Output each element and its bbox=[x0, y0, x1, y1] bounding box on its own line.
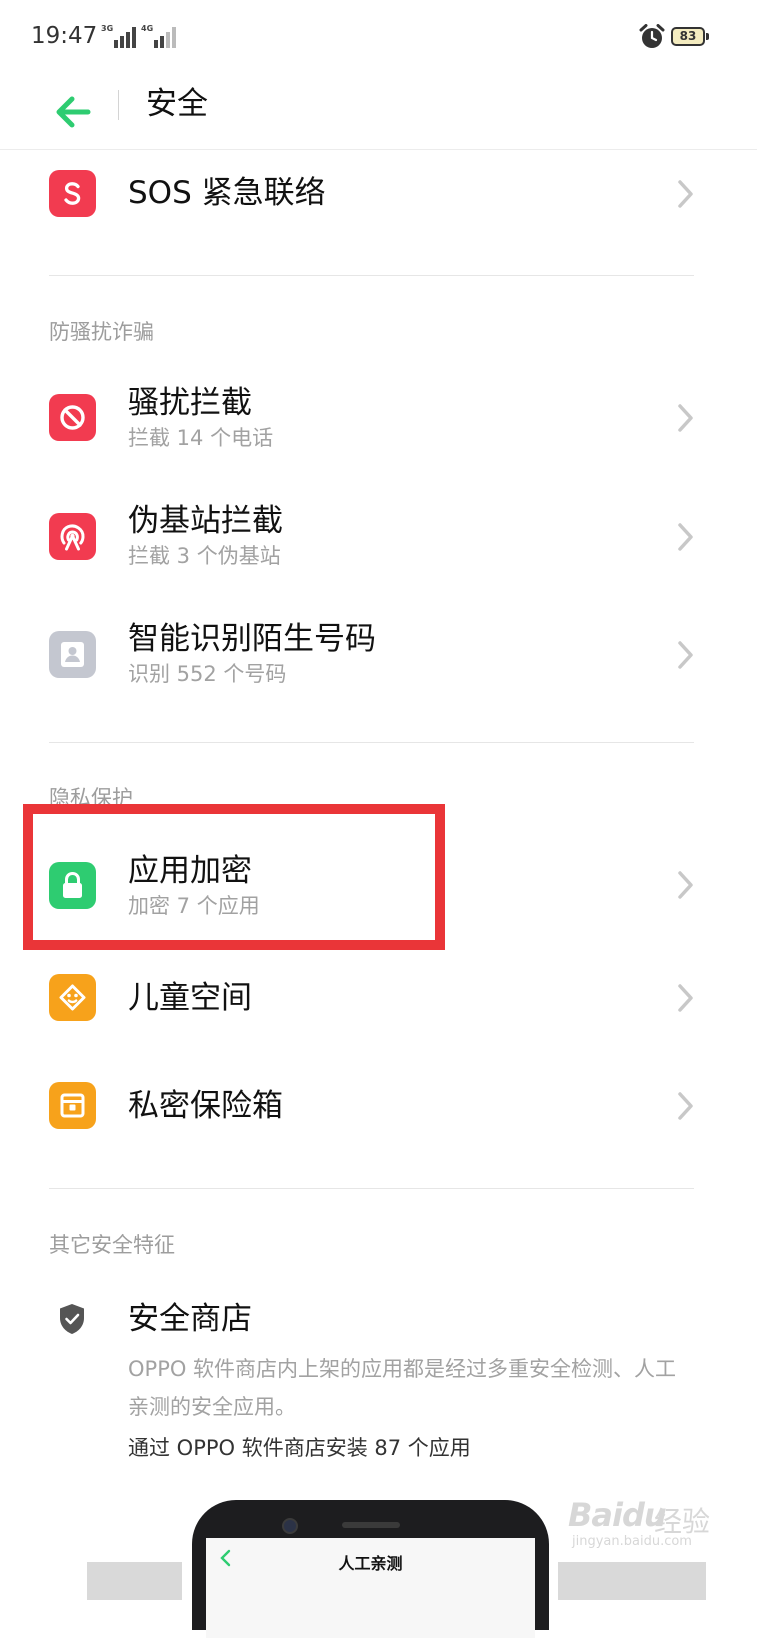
row-subtitle: 加密 7 个应用 bbox=[128, 894, 260, 918]
row-title: 伪基站拦截 bbox=[128, 503, 283, 539]
child-face-icon bbox=[49, 974, 96, 1021]
row-title: 私密保险箱 bbox=[128, 1088, 283, 1124]
row-subtitle: 拦截 3 个伪基站 bbox=[128, 544, 281, 568]
store-title: 安全商店 bbox=[128, 1301, 252, 1337]
battery-level: 83 bbox=[679, 29, 697, 43]
chevron-right-icon bbox=[678, 641, 693, 669]
kids-space-row[interactable]: 儿童空间 bbox=[0, 944, 757, 1056]
section-title-other: 其它安全特征 bbox=[49, 1233, 175, 1257]
chevron-right-icon bbox=[678, 871, 693, 899]
speaker-slot bbox=[342, 1522, 400, 1528]
arrow-left-icon bbox=[56, 96, 91, 128]
section-divider bbox=[49, 275, 694, 276]
private-safe-row[interactable]: 私密保险箱 bbox=[0, 1052, 757, 1164]
battery-icon: 83 bbox=[671, 27, 709, 46]
network-type-label: 3G bbox=[101, 24, 114, 33]
chevron-right-icon bbox=[678, 404, 693, 432]
sos-emergency-row[interactable]: SOS 紧急联络 bbox=[0, 138, 757, 250]
section-divider bbox=[49, 1188, 694, 1189]
contact-card-icon bbox=[49, 631, 96, 678]
header-divider bbox=[118, 90, 119, 120]
back-button[interactable] bbox=[48, 86, 96, 134]
row-title: 骚扰拦截 bbox=[128, 385, 252, 421]
watermark-brand: Baidu bbox=[568, 1496, 667, 1534]
phone-screen-title: 人工亲测 bbox=[338, 1554, 403, 1573]
signal-tower-icon bbox=[49, 513, 96, 560]
app-lock-row[interactable]: 应用加密 加密 7 个应用 bbox=[0, 830, 757, 942]
shield-check-icon bbox=[60, 1304, 84, 1334]
phone-screen: 人工亲测 bbox=[206, 1538, 535, 1638]
row-subtitle: 识别 552 个号码 bbox=[128, 662, 287, 686]
chevron-right-icon bbox=[678, 180, 693, 208]
preview-tab-right bbox=[558, 1562, 706, 1600]
row-title: 儿童空间 bbox=[128, 980, 252, 1016]
signal-4g-icon: 4G bbox=[141, 24, 177, 50]
baidu-watermark: Baidu 经验 jingyan.baidu.com bbox=[568, 1492, 718, 1552]
safe-box-icon bbox=[49, 1082, 96, 1129]
section-title-privacy: 隐私保护 bbox=[49, 786, 133, 810]
preview-tab-left bbox=[87, 1562, 182, 1600]
store-install-count: 通过 OPPO 软件商店安装 87 个应用 bbox=[128, 1436, 471, 1460]
fake-base-station-row[interactable]: 伪基站拦截 拦截 3 个伪基站 bbox=[0, 480, 757, 592]
store-description: OPPO 软件商店内上架的应用都是经过多重安全检测、人工亲测的安全应用。 bbox=[128, 1357, 677, 1419]
status-time: 19:47 bbox=[31, 23, 98, 49]
row-title: 智能识别陌生号码 bbox=[128, 621, 376, 657]
status-bar: 19:47 3G 4G 83 bbox=[0, 0, 757, 76]
row-title: SOS 紧急联络 bbox=[128, 175, 326, 211]
block-icon bbox=[49, 394, 96, 441]
row-subtitle: 拦截 14 个电话 bbox=[128, 426, 274, 450]
row-title: 应用加密 bbox=[128, 853, 252, 889]
page-title: 安全 bbox=[146, 86, 208, 122]
alarm-clock-icon bbox=[639, 24, 665, 50]
camera-dot bbox=[282, 1518, 298, 1534]
chevron-right-icon bbox=[678, 984, 693, 1012]
section-divider bbox=[49, 742, 694, 743]
section-title-anti-fraud: 防骚扰诈骗 bbox=[49, 320, 154, 344]
sos-icon bbox=[49, 170, 96, 217]
harassment-block-row[interactable]: 骚扰拦截 拦截 14 个电话 bbox=[0, 362, 757, 474]
signal-3g-icon: 3G bbox=[101, 24, 137, 50]
chevron-right-icon bbox=[678, 1092, 693, 1120]
network-type-label: 4G bbox=[141, 24, 154, 33]
phone-preview-image: 人工亲测 bbox=[192, 1500, 549, 1638]
watermark-url: jingyan.baidu.com bbox=[572, 1534, 692, 1549]
lock-icon bbox=[49, 862, 96, 909]
unknown-number-id-row[interactable]: 智能识别陌生号码 识别 552 个号码 bbox=[0, 598, 757, 710]
chevron-right-icon bbox=[678, 523, 693, 551]
